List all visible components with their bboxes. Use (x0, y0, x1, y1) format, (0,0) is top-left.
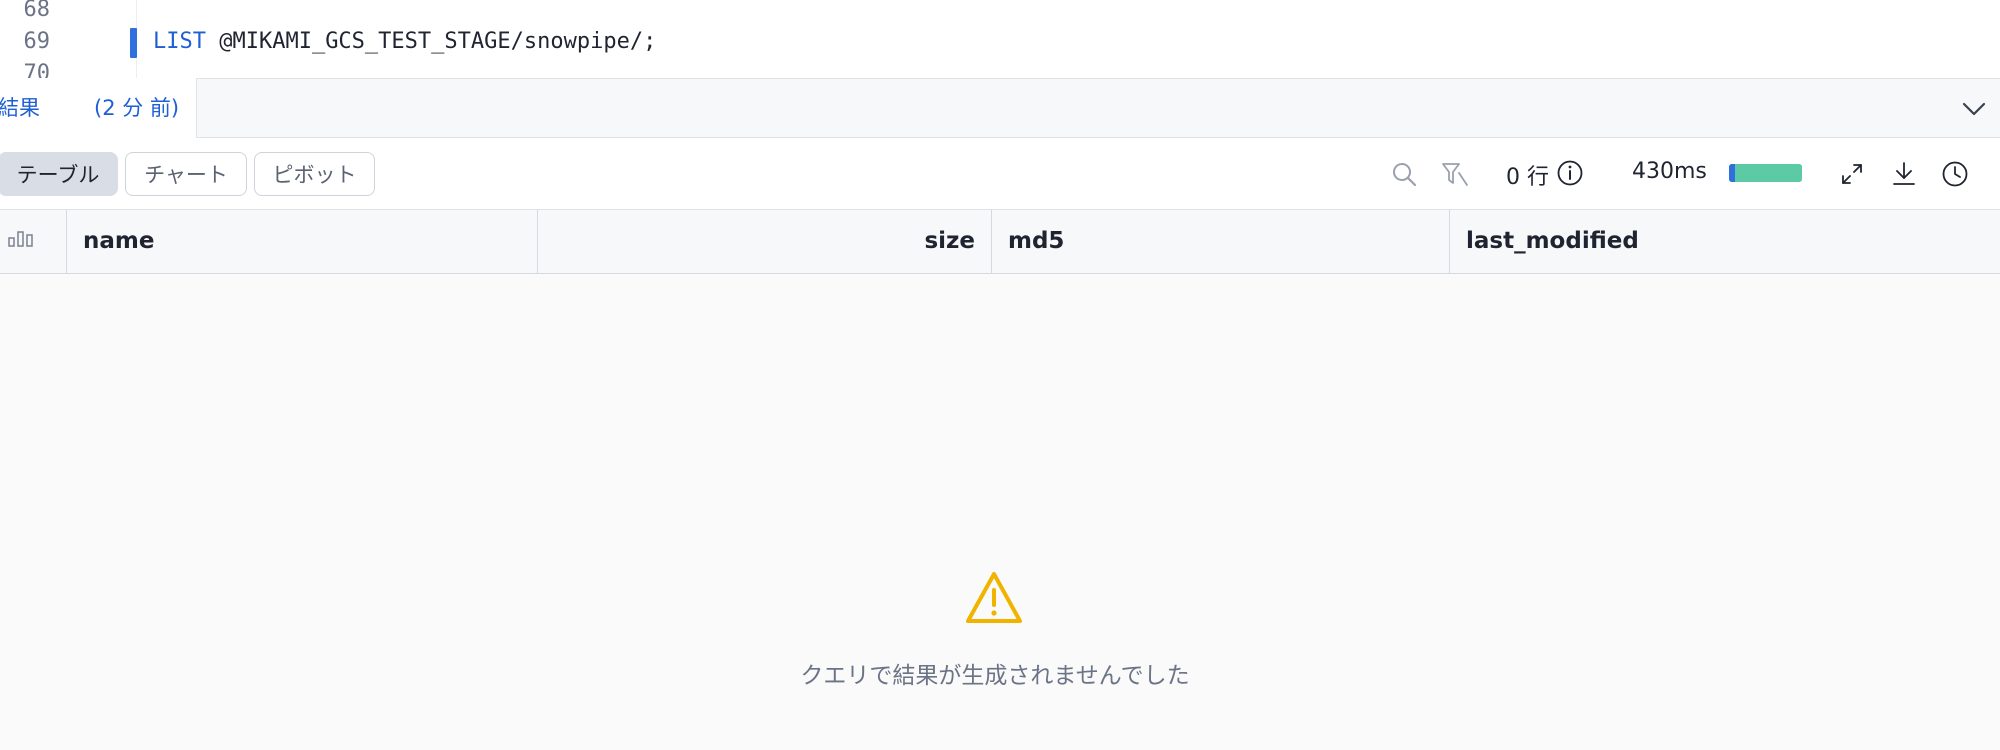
column-header-name[interactable]: name (67, 210, 538, 273)
results-toolbar: テーブル チャート ピボット 0 行 430ms (0, 138, 2000, 210)
chevron-down-icon (1962, 102, 1986, 116)
column-stats-icon (8, 231, 33, 247)
empty-state-message: クエリで結果が生成されませんでした (800, 663, 1190, 689)
results-table-header: name size md5 last_modified (0, 210, 2000, 274)
results-tab-title: 結果 (0, 96, 40, 120)
warning-icon (966, 572, 1022, 623)
search-icon (1393, 163, 1417, 187)
view-chart-button[interactable]: チャート (125, 152, 247, 196)
history-icon (1942, 161, 1968, 187)
results-tab-time: (2 分 前) (94, 96, 180, 120)
row-count: 0 行 (1506, 165, 1549, 190)
info-icon (1557, 160, 1583, 186)
column-header-last-modified[interactable]: last_modified (1450, 210, 2000, 273)
sql-editor[interactable]: 68 69 LIST @MIKAMI_GCS_TEST_STAGE/snowpi… (0, 0, 2000, 78)
line-number: 70 (23, 61, 51, 78)
progress-start (1729, 164, 1735, 182)
download-button[interactable] (1888, 158, 1920, 190)
filter-icon (1442, 163, 1468, 186)
progress-fill (1729, 164, 1802, 182)
collapse-results-button[interactable] (1956, 91, 1992, 127)
view-pivot-button[interactable]: ピボット (254, 152, 375, 196)
query-progress-bar (1729, 164, 1802, 182)
sql-keyword: LIST (153, 29, 206, 54)
history-button[interactable] (1939, 158, 1971, 190)
row-info-button[interactable] (1554, 157, 1586, 189)
column-header-md5[interactable]: md5 (992, 210, 1450, 273)
tab-results[interactable]: 結果 (2 分 前) (0, 78, 197, 139)
results-table-body: クエリで結果が生成されませんでした (0, 274, 2000, 750)
column-header-size[interactable]: size (538, 210, 992, 273)
query-duration: 430ms (1632, 159, 1707, 184)
sql-statement: @MIKAMI_GCS_TEST_STAGE/snowpipe/; (205, 29, 657, 54)
expand-button[interactable] (1836, 158, 1868, 190)
column-stats-toggle[interactable] (0, 210, 67, 273)
search-button[interactable] (1388, 158, 1420, 190)
results-tab-bar: 結果 (2 分 前) (0, 78, 2000, 139)
expand-icon (1842, 164, 1862, 184)
filter-button[interactable] (1439, 158, 1471, 190)
view-table-button[interactable]: テーブル (0, 152, 118, 196)
query-results-panel: 68 69 LIST @MIKAMI_GCS_TEST_STAGE/snowpi… (0, 0, 2000, 750)
download-icon (1893, 162, 1915, 185)
code-line[interactable]: 70 (0, 54, 2000, 78)
